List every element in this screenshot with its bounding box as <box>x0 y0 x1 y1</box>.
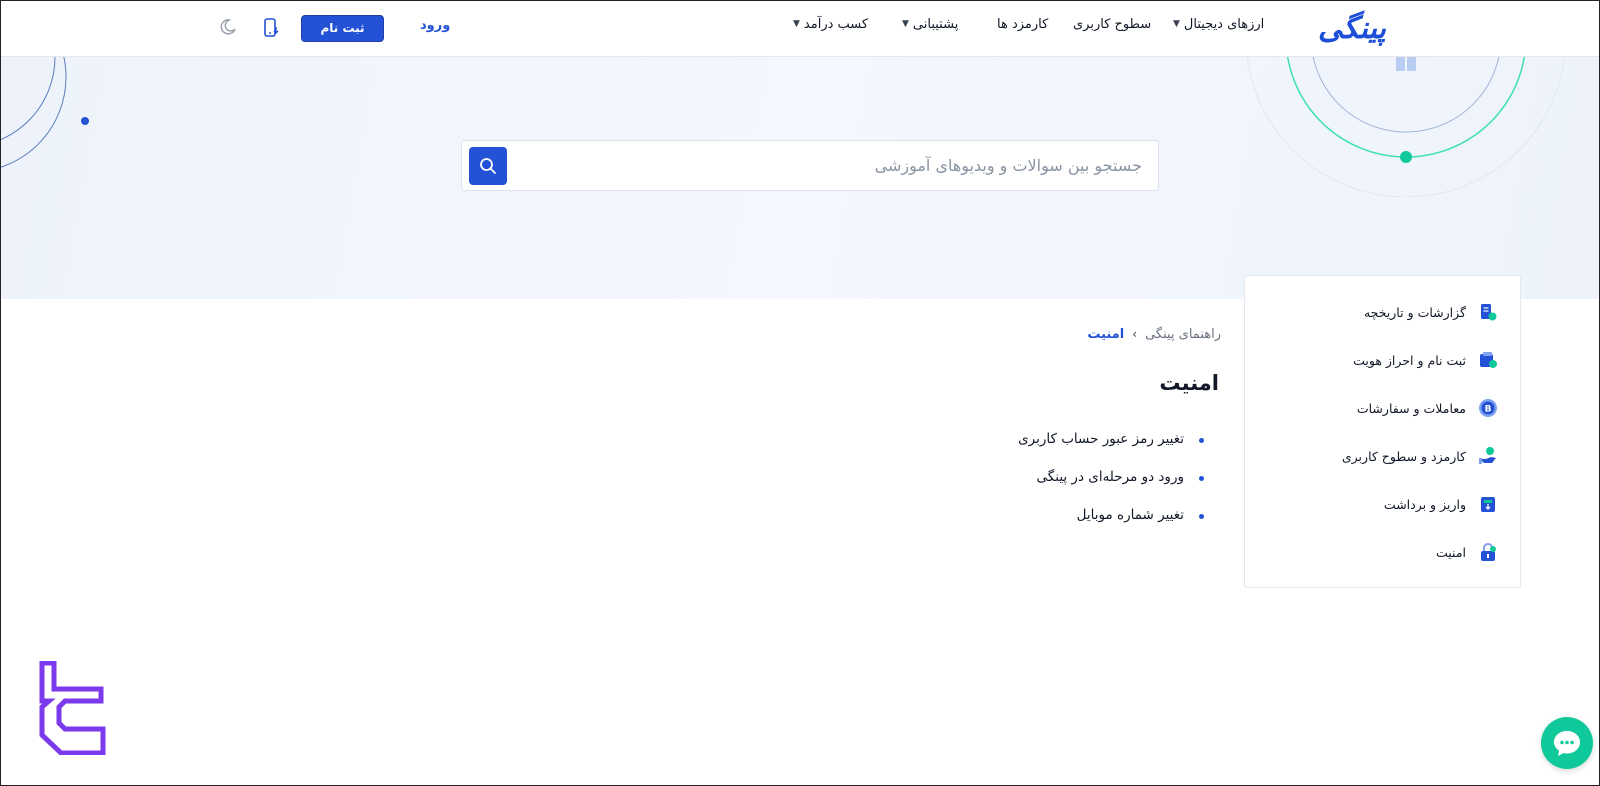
nav-earn-label: کسب درآمد <box>803 17 869 32</box>
report-history-icon <box>1481 304 1497 321</box>
chevron-down-icon: ▼ <box>793 18 800 29</box>
page-title: امنیت <box>1159 371 1219 395</box>
nav-earn[interactable]: کسب درآمد ▼ <box>793 17 868 32</box>
nav-fees[interactable]: کارمزد ها <box>997 17 1048 32</box>
bullet-dot <box>1199 476 1204 481</box>
chevron-down-icon: ▼ <box>902 18 909 29</box>
moon-icon[interactable] <box>219 18 237 36</box>
site-logo[interactable]: پینگی <box>1316 9 1388 49</box>
top-header: پینگی ارزهای دیجیتال ▼ سطوح کاربری کارمز… <box>1 1 1599 57</box>
sidebar-item-signup[interactable]: ثبت نام و احراز هویت <box>1353 348 1498 372</box>
sidebar-item-security[interactable]: امنیت <box>1436 540 1498 564</box>
hero-banner <box>1 57 1599 299</box>
article-link[interactable]: تغییر شماره موبایل <box>1077 507 1184 523</box>
sidebar-item-label: واریز و برداشت <box>1383 496 1466 512</box>
chevron-down-icon: ▼ <box>1173 18 1180 29</box>
list-item[interactable]: تغییر رمز عبور حساب کاربری <box>1018 431 1204 469</box>
nav-crypto-label: ارزهای دیجیتال <box>1183 17 1265 32</box>
help-categories-sidebar: گزارشات و تاریخچه ثبت نام و احراز هویت B… <box>1244 275 1521 588</box>
bullet-dot <box>1199 514 1204 519</box>
chat-bubble-icon <box>1554 731 1580 756</box>
page: پینگی ارزهای دیجیتال ▼ سطوح کاربری کارمز… <box>0 0 1600 786</box>
login-button[interactable]: ورود <box>420 18 450 33</box>
article-link[interactable]: تغییر رمز عبور حساب کاربری <box>1018 431 1184 447</box>
mobile-download-icon[interactable] <box>262 18 280 38</box>
breadcrumb-separator: › <box>1132 327 1138 341</box>
decorative-circles-right <box>1246 57 1566 197</box>
sidebar-item-reports[interactable]: گزارشات و تاریخچه <box>1364 300 1498 324</box>
breadcrumb-root[interactable]: راهنمای پینگی <box>1145 327 1221 342</box>
svg-text:B: B <box>1485 405 1492 415</box>
signup-button[interactable]: ثبت نام <box>301 15 384 42</box>
search-button[interactable] <box>469 147 507 185</box>
sidebar-item-label: ثبت نام و احراز هویت <box>1353 352 1466 368</box>
nav-user-levels[interactable]: سطوح کاربری <box>1073 17 1151 32</box>
fee-levels-icon <box>1479 447 1496 464</box>
decorative-circles-left <box>1 57 89 168</box>
sidebar-item-label: امنیت <box>1436 544 1466 560</box>
support-chat-button[interactable] <box>1541 717 1593 769</box>
nav-support[interactable]: پشتیبانی ▼ <box>902 17 958 32</box>
nav-user-levels-label: سطوح کاربری <box>1073 17 1152 32</box>
list-item[interactable]: ورود دو مرحله‌ای در پینگی <box>1018 469 1204 507</box>
bullet-dot <box>1199 438 1204 443</box>
brand-watermark-logo <box>39 661 106 755</box>
nav-support-label: پشتیبانی <box>912 17 959 32</box>
sidebar-item-fees[interactable]: کارمزد و سطوح کاربری <box>1342 444 1498 468</box>
search-input[interactable] <box>522 141 1142 190</box>
nav-crypto[interactable]: ارزهای دیجیتال ▼ <box>1173 17 1264 32</box>
signup-verify-icon <box>1480 352 1497 368</box>
breadcrumb: راهنمای پینگی › امنیت <box>1076 324 1221 344</box>
search-box <box>461 140 1159 191</box>
bitcoin-trade-icon: B <box>1479 399 1497 417</box>
sidebar-item-label: معاملات و سفارشات <box>1356 400 1466 416</box>
deposit-withdraw-icon <box>1481 497 1495 512</box>
sidebar-item-label: گزارشات و تاریخچه <box>1363 304 1466 320</box>
sidebar-item-label: کارمزد و سطوح کاربری <box>1341 448 1466 464</box>
sidebar-item-trades[interactable]: B معاملات و سفارشات <box>1357 396 1498 420</box>
breadcrumb-current[interactable]: امنیت <box>1087 327 1124 342</box>
sidebar-item-deposit[interactable]: واریز و برداشت <box>1384 492 1498 516</box>
article-list: تغییر رمز عبور حساب کاربری ورود دو مرحله… <box>1018 431 1204 545</box>
nav-fees-label: کارمزد ها <box>997 17 1049 32</box>
list-item[interactable]: تغییر شماره موبایل <box>1018 507 1204 545</box>
search-icon <box>480 158 496 174</box>
article-link[interactable]: ورود دو مرحله‌ای در پینگی <box>1037 469 1184 485</box>
lock-icon <box>1481 543 1496 561</box>
